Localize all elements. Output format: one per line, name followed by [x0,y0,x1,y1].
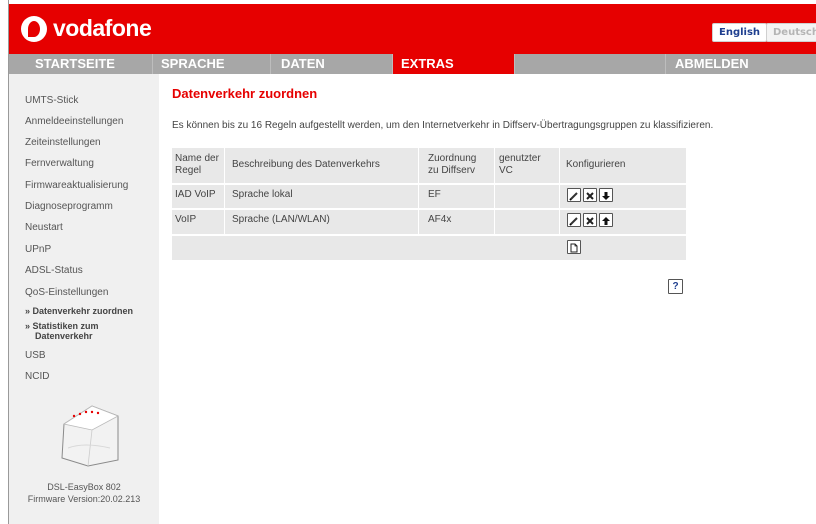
header-vc-line1: genutzter [499,153,541,164]
header-configure: Konfigurieren [566,159,626,170]
row1-edit-icon[interactable] [567,188,581,202]
sidebar-item-qos-einstellungen[interactable]: QoS-Einstellungen [25,287,108,298]
row1-description: Sprache lokal [232,189,293,200]
header-description: Beschreibung des Datenverkehrs [232,159,380,170]
main-nav: STARTSEITE SPRACHE DATEN EXTRAS ABMELDEN [9,54,816,74]
nav-startseite[interactable]: STARTSEITE [9,54,153,74]
row1-delete-icon[interactable] [583,188,597,202]
header-diffserv-line2: zu Diffserv [428,165,476,176]
header-name-line1: Name der [175,153,219,164]
help-icon[interactable]: ? [668,279,683,294]
row2-delete-icon[interactable] [583,213,597,227]
header-vc-line2: VC [499,165,513,176]
row2-description: Sprache (LAN/WLAN) [232,214,330,225]
row2-diffserv: AF4x [428,214,452,225]
sidebar: UMTS-Stick Anmeldeeinstellungen Zeiteins… [9,74,159,524]
header-name-line2: Regel [175,165,202,176]
header-diffserv-line1: Zuordnung [428,153,477,164]
sidebar-subitem-statistiken-line2[interactable]: Datenverkehr [35,331,93,341]
row1-diffserv: EF [428,189,441,200]
page-title: Datenverkehr zuordnen [172,86,318,101]
english-button[interactable]: English [712,23,768,42]
sidebar-subitem-statistiken[interactable]: » Statistiken zum [25,321,99,331]
nav-abmelden[interactable]: ABMELDEN [666,54,816,74]
firmware-version: Firmware Version:20.02.213 [27,494,141,504]
router-device-image [61,405,119,467]
sidebar-item-fernverwaltung[interactable]: Fernverwaltung [25,158,94,169]
deutsch-button[interactable]: Deutsch [766,23,816,42]
device-name: DSL-EasyBox 802 [47,482,121,492]
sidebar-item-neustart[interactable]: Neustart [25,222,63,233]
row1-name: IAD VoIP [175,189,216,200]
page-margin [0,0,8,524]
sidebar-item-usb[interactable]: USB [25,350,46,361]
page-description: Es können bis zu 16 Regeln aufgestellt w… [172,120,714,131]
sidebar-item-anmeldeeinstellungen[interactable]: Anmeldeeinstellungen [25,116,123,127]
nav-spacer [515,54,666,74]
sidebar-item-upnp[interactable]: UPnP [25,244,51,255]
rules-table: Name der Regel Beschreibung des Datenver… [172,148,686,260]
add-rule-icon[interactable] [567,240,581,254]
row2-edit-icon[interactable] [567,213,581,227]
sidebar-item-diagnoseprogramm[interactable]: Diagnoseprogramm [25,201,113,212]
row2-name: VoIP [175,214,197,225]
vodafone-logo-icon [21,16,47,42]
nav-daten[interactable]: DATEN [271,54,393,74]
sidebar-item-ncid[interactable]: NCID [25,371,49,382]
nav-sprache[interactable]: SPRACHE [153,54,271,74]
nav-extras[interactable]: EXTRAS [393,54,515,74]
sidebar-item-firmwareaktualisierung[interactable]: Firmwareaktualisierung [25,180,128,191]
row2-move-up-icon[interactable] [599,213,613,227]
sidebar-item-zeiteinstellungen[interactable]: Zeiteinstellungen [25,137,101,148]
header-bar: vodafone English Deutsch [9,4,816,54]
brand-name: vodafone [53,15,152,41]
row1-move-down-icon[interactable] [599,188,613,202]
sidebar-item-adsl-status[interactable]: ADSL-Status [25,265,83,276]
sidebar-item-umts-stick[interactable]: UMTS-Stick [25,95,78,106]
sidebar-subitem-datenverkehr-zuordnen[interactable]: » Datenverkehr zuordnen [25,306,133,316]
